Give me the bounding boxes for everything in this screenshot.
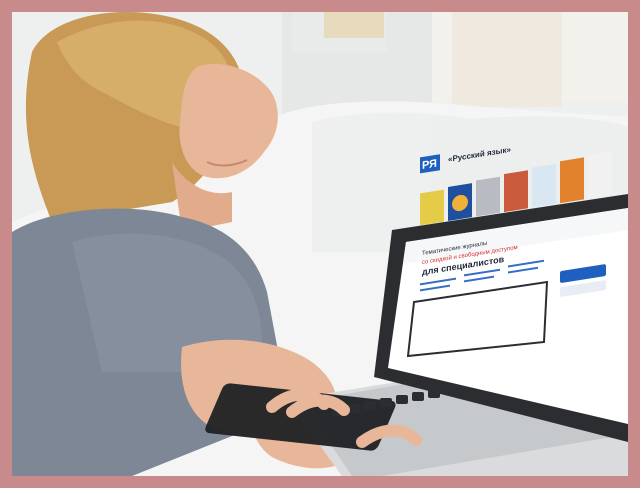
site-logo: РЯ — [422, 158, 437, 172]
photo: РЯ «Русский язык» Тематические журналы с… — [12, 12, 628, 476]
photo-illustration: РЯ «Русский язык» Тематические журналы с… — [12, 12, 628, 476]
